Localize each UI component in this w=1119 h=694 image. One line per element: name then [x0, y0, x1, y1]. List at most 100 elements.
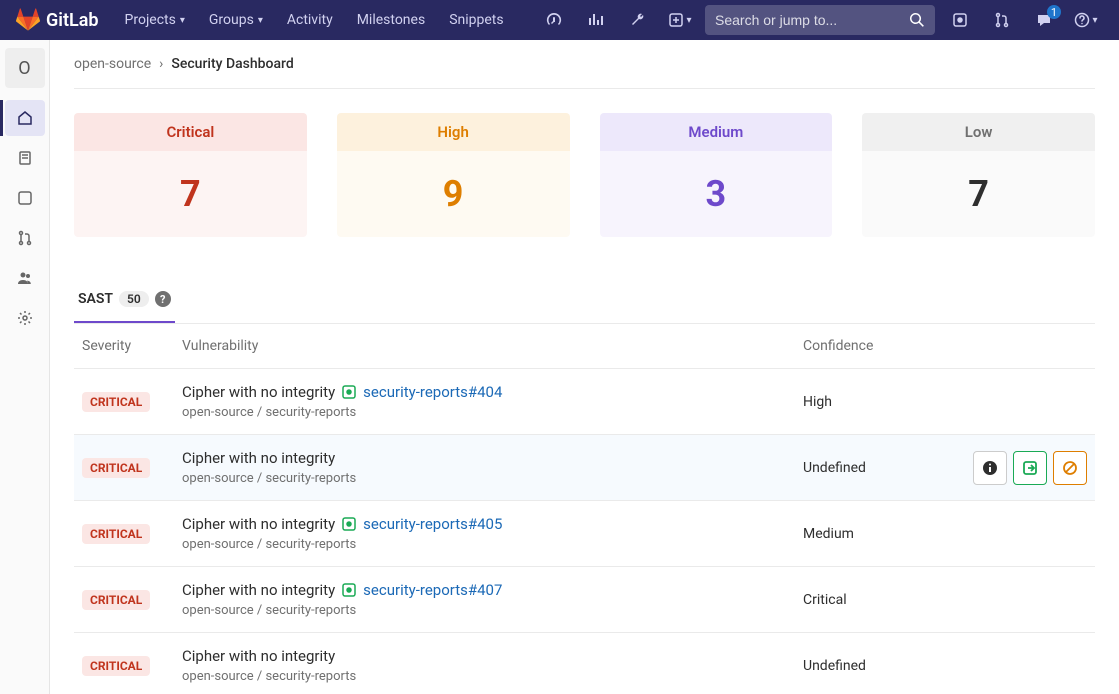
chevron-down-icon: ▾: [686, 15, 691, 26]
top-navbar: GitLab Projects▾ Groups▾ Activity Milest…: [0, 0, 1119, 40]
merge-requests-icon[interactable]: [985, 3, 1019, 37]
search-icon: [909, 12, 925, 28]
primary-nav: Projects▾ Groups▾ Activity Milestones Sn…: [115, 4, 514, 36]
severity-badge: CRITICAL: [82, 524, 150, 544]
th-confidence: Confidence: [795, 324, 965, 369]
vuln-path: open-source / security-reports: [182, 405, 787, 420]
vuln-path: open-source / security-reports: [182, 603, 787, 618]
vuln-path: open-source / security-reports: [182, 537, 787, 552]
tanuki-icon: [16, 8, 40, 32]
card-high-label: High: [337, 113, 570, 151]
breadcrumb-group[interactable]: open-source: [74, 56, 151, 72]
epic-icon: [17, 150, 33, 166]
nav-activity[interactable]: Activity: [277, 4, 343, 36]
members-icon: [17, 270, 33, 286]
issues-icon: [17, 190, 33, 206]
sidebar-item-issues[interactable]: [5, 180, 45, 216]
chevron-down-icon: ▾: [1092, 15, 1097, 26]
question-icon[interactable]: ?: [155, 291, 171, 307]
sidebar-item-settings[interactable]: [5, 300, 45, 336]
card-critical[interactable]: Critical 7: [74, 113, 307, 237]
dismiss-button[interactable]: [1053, 451, 1087, 485]
vuln-path: open-source / security-reports: [182, 471, 787, 486]
card-medium[interactable]: Medium 3: [600, 113, 833, 237]
row-actions: [973, 451, 1087, 485]
create-issue-button[interactable]: [1013, 451, 1047, 485]
vuln-title: Cipher with no integrity: [182, 449, 787, 467]
main-content: open-source › Security Dashboard Critica…: [50, 40, 1119, 694]
nav-snippets[interactable]: Snippets: [439, 4, 513, 36]
vuln-title: Cipher with no integrity: [182, 647, 787, 665]
gitlab-logo[interactable]: GitLab: [16, 8, 99, 32]
card-high[interactable]: High 9: [337, 113, 570, 237]
nav-projects[interactable]: Projects▾: [115, 4, 195, 36]
severity-badge: CRITICAL: [82, 656, 150, 676]
card-low-count: 7: [862, 151, 1095, 237]
info-button[interactable]: [973, 451, 1007, 485]
table-row[interactable]: CRITICAL Cipher with no integrity open-sou…: [74, 435, 1095, 501]
tab-sast[interactable]: SAST 50 ?: [74, 277, 175, 323]
card-medium-label: Medium: [600, 113, 833, 151]
issues-icon[interactable]: [943, 3, 977, 37]
confidence-value: Medium: [803, 526, 854, 542]
vuln-title: Cipher with no integritysecurity-reports…: [182, 383, 787, 401]
confidence-value: Critical: [803, 592, 847, 608]
chart-icon[interactable]: [579, 3, 613, 37]
confidence-value: Undefined: [803, 658, 866, 674]
nav-groups[interactable]: Groups▾: [199, 4, 273, 36]
card-critical-count: 7: [74, 151, 307, 237]
dashboard-icon[interactable]: [537, 3, 571, 37]
todos-icon[interactable]: 1: [1027, 3, 1061, 37]
card-low[interactable]: Low 7: [862, 113, 1095, 237]
severity-badge: CRITICAL: [82, 590, 150, 610]
breadcrumb-current: Security Dashboard: [171, 56, 293, 72]
todos-badge: 1: [1047, 5, 1061, 19]
card-low-label: Low: [862, 113, 1095, 151]
report-tabs: SAST 50 ?: [74, 277, 1095, 324]
issue-icon: [341, 582, 357, 598]
table-row[interactable]: CRITICALCipher with no integrityopen-sou…: [74, 633, 1095, 694]
brand-text: GitLab: [46, 10, 99, 31]
th-actions: [965, 324, 1095, 369]
issue-link[interactable]: security-reports#404: [363, 383, 502, 401]
card-high-count: 9: [337, 151, 570, 237]
gear-icon: [17, 310, 33, 326]
vuln-title: Cipher with no integritysecurity-reports…: [182, 515, 787, 533]
tab-sast-label: SAST: [78, 291, 113, 307]
chevron-down-icon: ▾: [258, 15, 263, 26]
sidebar-item-epics[interactable]: [5, 140, 45, 176]
merge-icon: [17, 230, 33, 246]
home-icon: [17, 110, 33, 126]
table-row[interactable]: CRITICAL Cipher with no integritysecurity…: [74, 567, 1095, 633]
left-sidebar: O: [0, 40, 50, 694]
tab-sast-count: 50: [119, 291, 149, 307]
project-avatar[interactable]: O: [5, 48, 45, 88]
severity-badge: CRITICAL: [82, 458, 150, 478]
wrench-icon[interactable]: [621, 3, 655, 37]
table-row[interactable]: CRITICALCipher with no integritysecurity…: [74, 369, 1095, 435]
nav-milestones[interactable]: Milestones: [347, 4, 436, 36]
issue-icon: [341, 516, 357, 532]
card-medium-count: 3: [600, 151, 833, 237]
table-row[interactable]: CRITICAL Cipher with no integritysecurity…: [74, 501, 1095, 567]
breadcrumb-separator: ›: [159, 56, 163, 72]
search-input[interactable]: [715, 12, 909, 28]
sidebar-item-members[interactable]: [5, 260, 45, 296]
th-vulnerability: Vulnerability: [174, 324, 795, 369]
issue-link[interactable]: security-reports#407: [363, 581, 502, 599]
breadcrumb: open-source › Security Dashboard: [74, 56, 1095, 89]
issue-link[interactable]: security-reports#405: [363, 515, 502, 533]
issue-icon: [341, 384, 357, 400]
card-critical-label: Critical: [74, 113, 307, 151]
plus-icon[interactable]: ▾: [663, 3, 697, 37]
sidebar-item-merge-requests[interactable]: [5, 220, 45, 256]
vuln-title: Cipher with no integritysecurity-reports…: [182, 581, 787, 599]
summary-cards: Critical 7 High 9 Medium 3 Low 7: [74, 113, 1095, 237]
confidence-value: High: [803, 394, 832, 410]
global-search[interactable]: [705, 5, 935, 35]
confidence-value: Undefined: [803, 460, 866, 476]
help-icon[interactable]: ▾: [1069, 3, 1103, 37]
th-severity: Severity: [74, 324, 174, 369]
chevron-down-icon: ▾: [180, 15, 185, 26]
sidebar-item-security[interactable]: [5, 100, 45, 136]
